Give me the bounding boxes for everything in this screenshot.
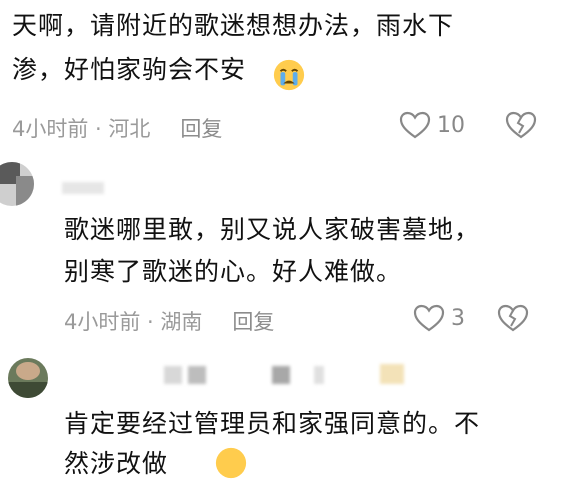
partial-face-emoji-icon: [215, 447, 247, 479]
comment-1-actions: 10: [399, 110, 537, 140]
comment-2-username-blurred: [62, 182, 104, 194]
comment-2-dislike-broken-heart-icon[interactable]: [497, 303, 529, 333]
comment-1-time-location: 4小时前 · 河北: [12, 117, 151, 141]
comment-1-like-heart-icon[interactable]: [399, 110, 431, 140]
comment-1-text-line-1: 天啊，请附近的歌迷想想办法，雨水下: [12, 11, 455, 40]
comment-2-like-heart-icon[interactable]: [413, 303, 445, 333]
comment-2-text-line-1: 歌迷哪里敢，别又说人家破害墓地，: [64, 215, 481, 244]
comment-2-avatar[interactable]: [0, 162, 34, 206]
comment-1-dislike-broken-heart-icon[interactable]: [505, 110, 537, 140]
comment-2-time-location: 4小时前 · 湖南: [64, 310, 203, 334]
comment-3-username-blurred: [64, 364, 404, 386]
comment-2-actions: 3: [413, 303, 529, 333]
comment-2-text-line-2: 别寒了歌迷的心。好人难做。: [64, 257, 403, 286]
comment-3-text-line-1: 肯定要经过管理员和家强同意的。不: [64, 409, 481, 438]
comment-1-meta: 4小时前 · 河北 回复: [12, 113, 222, 143]
comment-3-text-line-2: 然涉改做: [64, 449, 169, 478]
comment-2-like-count: 3: [451, 305, 465, 331]
comment-1-like-count: 10: [437, 112, 465, 138]
crying-face-emoji-icon: [273, 59, 305, 91]
comment-2-meta: 4小时前 · 湖南 回复: [64, 306, 274, 336]
comment-1-reply-button[interactable]: 回复: [180, 113, 222, 143]
comment-3-avatar[interactable]: [8, 358, 48, 398]
comment-2-reply-button[interactable]: 回复: [232, 306, 274, 336]
comment-1-text-line-2: 渗，好怕家驹会不安: [12, 55, 247, 84]
